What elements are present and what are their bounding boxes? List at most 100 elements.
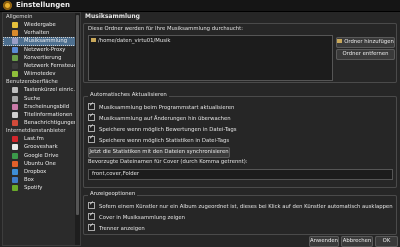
sidebar-item[interactable]: Erscheinungsbild [3,103,80,111]
remove-folder-button[interactable]: Ordner entfernen [336,49,395,60]
option-auto-expand-album[interactable]: Sofern einem Künstler nur ein Album zuge… [88,200,393,210]
wiimote-icon [12,71,18,78]
sidebar-item[interactable]: Netzwerk Fernsteue... [3,62,80,70]
folders-group: Diese Ordner werden für Ihre Musiksammlu… [83,23,397,83]
grooveshark-icon [12,144,18,151]
checkbox[interactable] [88,134,95,143]
sidebar-item[interactable]: Musiksammlung [3,37,80,46]
panel-title: Musiksammlung [85,13,140,20]
sidebar-item[interactable]: Grooveshark [3,143,80,151]
folder-icon [91,38,96,42]
sidebar-item-label: Box [24,177,34,184]
sidebar-section-header: Internetdienstanbieter [6,128,66,135]
option-label: Trenner anzeigen [99,226,145,232]
sidebar-item[interactable]: Dropbox [3,168,80,176]
sidebar-item[interactable]: Tastenkürzel einric... [3,86,80,94]
google-drive-icon [12,152,18,159]
option-label: Musiksammlung beim Programmstart aktuali… [99,105,235,111]
option-label: Musiksammlung auf Änderungen hin überwac… [99,116,231,122]
sync-statistics-button[interactable]: Jetzt die Statistiken mit den Dateien sy… [88,147,230,158]
folder-path: /home/daten_virtu01/Musik [98,38,171,44]
apply-button[interactable]: Anwenden [309,236,339,247]
sidebar-list: Allgemein Wiedergabe Verhalten Musiksammlun… [3,13,80,193]
sidebar-item[interactable]: Google Drive [3,152,80,160]
dropbox-icon [12,169,18,175]
checkbox[interactable] [88,222,95,231]
sidebar-item-label: Last.fm [24,136,44,143]
sidebar-item-label: Benachrichtigungen [24,120,78,127]
option-show-dividers[interactable]: Trenner anzeigen [88,222,145,232]
title-bar: Einstellungen [0,0,400,12]
option-label: Cover in Musiksammlung zeigen [99,215,185,221]
play-icon [12,22,18,28]
sidebar-item[interactable]: Last.fm [3,135,80,143]
checkbox[interactable] [88,211,95,220]
checkbox[interactable] [88,101,95,110]
option-save-ratings[interactable]: Speichere wenn möglich Bewertungen in Da… [88,123,237,133]
sidebar-scrollbar[interactable] [75,13,80,245]
checkbox[interactable] [88,123,95,132]
sidebar-section-header: Benutzeroberfläche [6,79,58,86]
appearance-icon [12,103,18,110]
box-icon [12,177,18,184]
sidebar-item-label: Spotify [24,185,43,192]
option-show-covers[interactable]: Cover in Musiksammlung zeigen [88,211,185,221]
sidebar-item-label: Konvertierung [24,54,62,61]
notifications-icon [12,120,18,127]
folders-label: Diese Ordner werden für Ihre Musiksammlu… [88,26,244,32]
cover-filenames-input[interactable]: front,cover,Folder [88,169,393,180]
keyboard-icon [12,87,18,94]
sidebar-section-header: Allgemein [6,14,33,20]
window-title: Einstellungen [16,1,70,9]
song-info-icon [12,111,18,118]
conversion-icon [12,54,18,61]
ubuntu-one-icon [12,160,18,167]
sidebar-item-label: Ubuntu One [24,160,56,167]
auto-update-title: Automatisches Aktualisieren [88,92,169,98]
sidebar-item[interactable]: Suche [3,95,80,103]
sidebar-item[interactable]: Ubuntu One [3,160,80,168]
sidebar-item-label: Grooveshark [24,144,58,151]
sidebar-item-label: Titelinformationen [24,111,73,118]
ok-button[interactable]: OK [375,236,398,247]
sidebar-item[interactable]: Konvertierung [3,54,80,62]
option-label: Speichere wenn möglich Statistiken in Da… [99,138,230,144]
sidebar-item-label: Tastenkürzel einric... [24,87,79,94]
behaviour-icon [12,30,18,37]
add-folder-button[interactable]: Ordner hinzufügen [336,37,395,48]
display-options-group: Anzeigeoptionen Sofern einem Künstler nu… [83,191,397,235]
option-label: Sofern einem Künstler nur ein Album zuge… [99,204,393,210]
sidebar-item[interactable]: Verhalten [3,29,80,37]
spotify-icon [12,185,18,192]
cancel-button[interactable]: Abbrechen [341,236,373,247]
sidebar-item-label: Erscheinungsbild [24,103,70,110]
checkbox[interactable] [88,200,95,209]
sidebar-item[interactable]: Wiimotedev [3,70,80,78]
sidebar-item-label: Google Drive [24,152,59,159]
sidebar-item-label: Wiedergabe [24,22,56,28]
sidebar-item[interactable]: Spotify [3,184,80,192]
sidebar-item-label: Musiksammlung [24,38,68,45]
sidebar-item[interactable]: Benachrichtigungen [3,119,80,127]
settings-panel: Musiksammlung Diese Ordner werden für Ih… [83,12,397,235]
music-library-icon [12,38,18,45]
network-proxy-icon [12,46,18,53]
sidebar-item[interactable]: Netzwerk-Proxy [3,46,80,54]
remote-control-icon [12,62,18,69]
folder-add-icon [337,39,343,43]
sidebar-item-label: Dropbox [24,169,47,175]
sidebar-item[interactable]: Wiedergabe [3,21,80,29]
sidebar-item[interactable]: Titelinformationen [3,111,80,119]
auto-update-group: Automatisches Aktualisieren Musiksammlun… [83,92,397,188]
scrollbar-thumb[interactable] [76,15,79,215]
option-save-statistics[interactable]: Speichere wenn möglich Statistiken in Da… [88,134,230,144]
settings-window: Einstellungen Allgemein Wiedergabe Verhalt… [0,0,400,247]
sidebar-item[interactable]: Box [3,176,80,184]
lastfm-icon [12,136,18,143]
settings-sidebar: Allgemein Wiedergabe Verhalten Musiksammlun… [2,12,81,246]
folders-list[interactable]: /home/daten_virtu01/Musik [88,35,333,81]
option-watch-changes[interactable]: Musiksammlung auf Änderungen hin überwac… [88,112,231,122]
folder-item[interactable]: /home/daten_virtu01/Musik [91,38,171,44]
checkbox[interactable] [88,112,95,121]
option-update-on-startup[interactable]: Musiksammlung beim Programmstart aktuali… [88,101,235,111]
